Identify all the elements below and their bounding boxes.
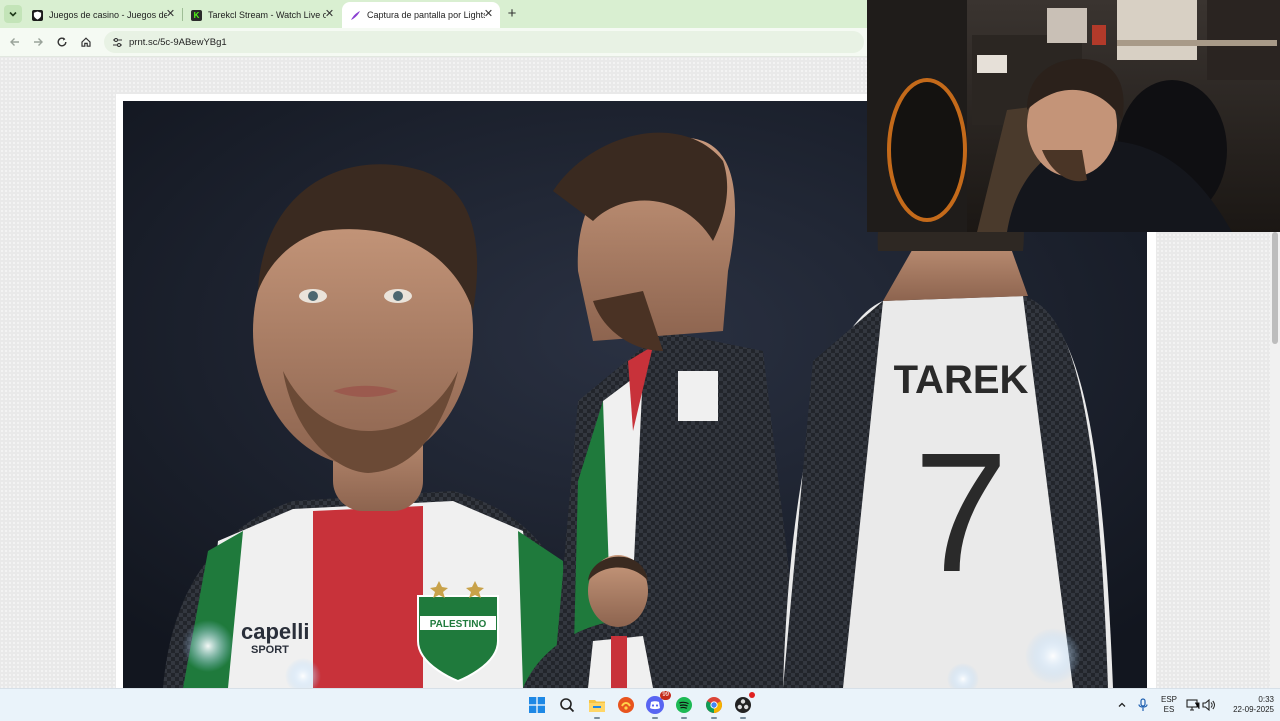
home-icon: [81, 37, 91, 47]
address-bar[interactable]: prnt.sc/5c-9ABewYBg1: [104, 31, 864, 53]
discord-icon[interactable]: 99: [645, 691, 671, 719]
language-indicator[interactable]: ESP ES: [1158, 689, 1180, 721]
reload-button[interactable]: [53, 33, 71, 51]
obs-icon[interactable]: [733, 692, 755, 719]
tab-casino[interactable]: Juegos de casino - Juegos de c ✕: [24, 2, 182, 28]
arrow-right-icon: [34, 38, 43, 46]
clock[interactable]: 0:33 22-09-2025: [1222, 689, 1274, 721]
casino-shield-icon: [32, 9, 43, 21]
chrome-icon[interactable]: [704, 695, 724, 719]
webcam-overlay: [867, 0, 1280, 232]
language-bottom: ES: [1163, 705, 1175, 714]
tab-search-button[interactable]: [4, 5, 22, 23]
jersey-number: 7: [914, 418, 1009, 608]
microphone-icon[interactable]: [1133, 695, 1153, 715]
tab-close-icon[interactable]: ✕: [165, 9, 176, 20]
scrollbar-thumb[interactable]: [1272, 232, 1278, 344]
windows-taskbar: 99 ESP ES 0:33 22-09-2025: [0, 688, 1280, 721]
file-explorer-icon[interactable]: [587, 695, 607, 719]
tab-kick[interactable]: K Tarekcl Stream - Watch Live on ✕: [183, 2, 341, 28]
app-orange-icon[interactable]: [616, 695, 636, 715]
clock-time: 0:33: [1258, 695, 1274, 704]
discord-badge: 99: [660, 691, 671, 700]
badge-text: PALESTINO: [430, 619, 487, 630]
jersey-name: TAREK: [894, 358, 1029, 402]
kick-icon: K: [191, 9, 202, 21]
forward-button[interactable]: [29, 33, 47, 51]
tab-title: Captura de pantalla por Lightsh: [367, 10, 485, 20]
clock-date: 22-09-2025: [1233, 705, 1274, 714]
tab-close-icon[interactable]: ✕: [324, 9, 335, 20]
home-button[interactable]: [77, 33, 95, 51]
volume-icon[interactable]: [1199, 695, 1219, 715]
site-settings-icon[interactable]: [110, 35, 124, 49]
arrow-left-icon: [10, 38, 19, 46]
search-icon[interactable]: [557, 695, 577, 715]
tab-lightshot[interactable]: Captura de pantalla por Lightsh ✕: [342, 2, 500, 28]
recording-dot: [749, 692, 755, 698]
spotify-icon[interactable]: [674, 695, 694, 719]
sponsor-text: capelli: [241, 619, 309, 644]
language-top: ESP: [1160, 695, 1177, 704]
tab-close-icon[interactable]: ✕: [483, 9, 494, 20]
windows-start-icon[interactable]: [527, 695, 547, 715]
tab-title: Juegos de casino - Juegos de c: [49, 10, 167, 20]
lightshot-feather-icon: [350, 10, 361, 21]
new-tab-button[interactable]: +: [504, 6, 520, 22]
back-button[interactable]: [6, 33, 24, 51]
chevron-up-icon[interactable]: [1112, 695, 1132, 715]
url-text: prnt.sc/5c-9ABewYBg1: [129, 36, 227, 48]
reload-icon: [57, 37, 67, 47]
sponsor-sub-text: SPORT: [251, 644, 289, 656]
chevron-down-icon: [9, 11, 17, 17]
tab-title: Tarekcl Stream - Watch Live on: [208, 10, 326, 20]
